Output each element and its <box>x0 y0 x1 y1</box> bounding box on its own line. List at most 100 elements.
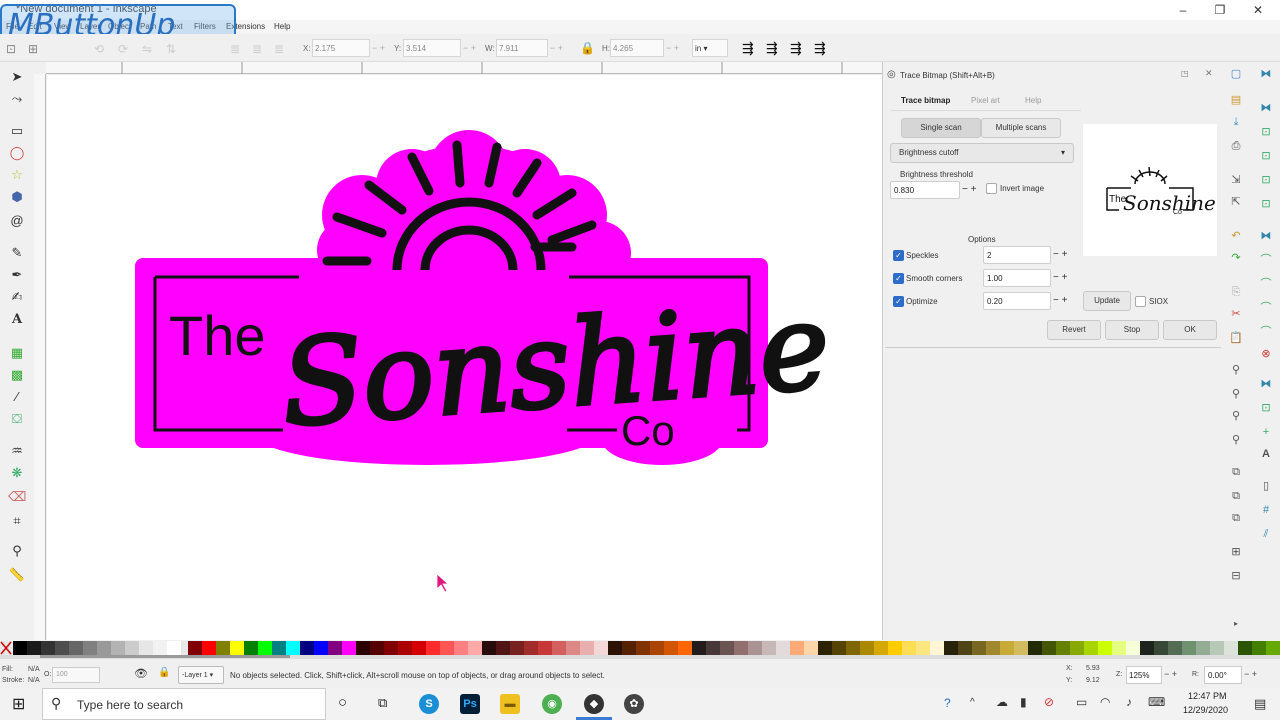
stop-button[interactable]: Stop <box>1105 320 1159 340</box>
help-tray-icon[interactable]: ? <box>944 696 951 710</box>
windows-start-icon[interactable]: ⊞ <box>12 694 25 714</box>
bottom-icon[interactable]: ≣ <box>274 42 284 56</box>
spray-tool-icon[interactable]: ❋ <box>8 464 26 482</box>
rotate-stepper[interactable]: − + <box>1244 669 1257 679</box>
undo-icon[interactable]: ↶ <box>1228 228 1244 244</box>
invert-checkbox[interactable] <box>986 183 997 194</box>
ellipse-tool-icon[interactable]: ◯ <box>8 144 26 162</box>
minimize-button[interactable]: – <box>1171 3 1195 17</box>
taskbar-search[interactable]: ⚲ Type here to search <box>42 688 326 720</box>
snap-intersections-icon[interactable]: ⌒ <box>1258 276 1274 292</box>
revert-button[interactable]: Revert <box>1047 320 1101 340</box>
snap-rotation-centers-icon[interactable]: + <box>1258 424 1274 440</box>
snap-guides-icon[interactable]: ⫽ <box>1258 526 1274 542</box>
speckles-input[interactable]: 2 <box>983 246 1051 264</box>
pen-tool-icon[interactable]: ✒ <box>8 266 26 284</box>
rotate-ccw-icon[interactable]: ⟲ <box>94 42 104 56</box>
y-stepper[interactable]: − + <box>463 43 476 53</box>
update-button[interactable]: Update <box>1083 291 1131 311</box>
menu-help[interactable]: Help <box>274 22 290 31</box>
tab-pixel-art[interactable]: Pixel art <box>971 96 1000 105</box>
optimize-stepper[interactable]: − + <box>1053 295 1067 306</box>
volume-tray-icon[interactable]: ♪ <box>1126 695 1132 709</box>
ungroup-icon[interactable]: ⊟ <box>1228 568 1244 584</box>
drawing-canvas[interactable]: The Sonshine Co <box>47 75 882 640</box>
raise-icon[interactable]: ≣ <box>230 42 240 56</box>
zoom-drawing-icon[interactable]: ⚲ <box>1228 386 1244 402</box>
multiple-scans-button[interactable]: Multiple scans <box>981 118 1061 138</box>
speckles-checkbox[interactable]: ✓ <box>893 250 904 261</box>
single-scan-button[interactable]: Single scan <box>901 118 981 138</box>
zoom-tool-icon[interactable]: ⚲ <box>8 542 26 560</box>
media-app-icon[interactable]: ✿ <box>624 694 644 714</box>
photoshop-icon[interactable]: Ps <box>460 694 480 714</box>
snap-smooth-icon[interactable]: ⌒ <box>1258 324 1274 340</box>
node-tool-icon[interactable]: ⤳ <box>8 90 26 108</box>
usb-tray-icon[interactable]: ▮ <box>1020 695 1027 709</box>
lower-icon[interactable]: ≣ <box>252 42 262 56</box>
mode-select[interactable]: Brightness cutoff ▾ <box>890 143 1074 163</box>
snap-midpoints-icon[interactable]: ⊗ <box>1258 346 1274 362</box>
spiral-tool-icon[interactable]: @ <box>8 212 26 230</box>
zoom-width-icon[interactable]: ⚲ <box>1228 432 1244 448</box>
w-input[interactable]: 7.911 <box>496 39 548 57</box>
ok-button[interactable]: OK <box>1163 320 1217 340</box>
star-tool-icon[interactable]: ☆ <box>8 166 26 184</box>
calligraphy-tool-icon[interactable]: ✍ <box>8 288 26 306</box>
clock-time[interactable]: 12:47 PM <box>1188 691 1227 701</box>
snap-bbox-corners-icon[interactable]: ⊡ <box>1258 148 1274 164</box>
speckles-stepper[interactable]: − + <box>1053 249 1067 260</box>
flip-h-icon[interactable]: ⇋ <box>142 42 152 56</box>
more-commands-icon[interactable]: ▸ <box>1228 616 1244 632</box>
threshold-input[interactable]: 0.830 <box>890 181 960 199</box>
snap-text-baseline-icon[interactable]: A <box>1258 446 1274 462</box>
rotate-cw-icon[interactable]: ⟳ <box>118 42 128 56</box>
transform-pattern-icon[interactable]: ⇶ <box>814 40 826 57</box>
group-icon[interactable]: ⊞ <box>1228 544 1244 560</box>
inkscape-taskbar-icon[interactable]: ◆ <box>584 694 604 714</box>
x-stepper[interactable]: − + <box>372 43 385 53</box>
h-input[interactable]: 4.265 <box>610 39 664 57</box>
smooth-corners-input[interactable]: 1.00 <box>983 269 1051 287</box>
snap-bbox-icon[interactable]: ⧓ <box>1258 100 1274 116</box>
text-tool-icon[interactable]: A <box>8 311 26 329</box>
connector-tool-icon[interactable]: ⌗ <box>8 512 26 530</box>
gradient-tool-icon[interactable]: ▦ <box>8 344 26 362</box>
save-icon[interactable]: ⤓ <box>1228 114 1244 130</box>
zoom-page-icon[interactable]: ⚲ <box>1228 408 1244 424</box>
transform-gradient-icon[interactable]: ⇶ <box>790 40 802 57</box>
ruler-horizontal[interactable] <box>46 62 882 74</box>
close-button[interactable]: ✕ <box>1246 3 1270 17</box>
snap-page-border-icon[interactable]: ▯ <box>1258 478 1274 494</box>
measure-tool-icon[interactable]: 📏 <box>8 566 26 584</box>
tab-help[interactable]: Help <box>1025 96 1041 105</box>
paste-icon[interactable]: 📋 <box>1228 330 1244 346</box>
x-input[interactable]: 2.175 <box>312 39 370 57</box>
security-tray-icon[interactable]: ⊘ <box>1044 695 1054 709</box>
dock-icon[interactable]: ◳ <box>1181 69 1189 78</box>
color-palette[interactable] <box>0 641 1280 655</box>
selector-tool-icon[interactable]: ➤ <box>8 68 26 86</box>
opacity-input[interactable]: 100 <box>52 667 100 683</box>
transform-stroke-icon[interactable]: ⇶ <box>742 40 754 57</box>
dialog-close-icon[interactable]: ✕ <box>1205 68 1213 79</box>
3dbox-tool-icon[interactable]: ⬢ <box>8 188 26 206</box>
snap-grid-icon[interactable]: # <box>1258 502 1274 518</box>
snap-cusp-icon[interactable]: ⌒ <box>1258 300 1274 316</box>
notifications-icon[interactable]: ▤ <box>1254 696 1266 712</box>
duplicate-icon[interactable]: ⧉ <box>1228 464 1244 480</box>
snap-object-centers-icon[interactable]: ⊡ <box>1258 400 1274 416</box>
tray-chevron-icon[interactable]: ^ <box>970 697 975 708</box>
wifi-tray-icon[interactable]: ◠ <box>1100 695 1110 709</box>
cut-icon[interactable]: ✂ <box>1228 306 1244 322</box>
lock-layer-icon[interactable]: 🔒 <box>158 667 170 678</box>
flip-v-icon[interactable]: ⇅ <box>166 42 176 56</box>
snap-paths-icon[interactable]: ⌒ <box>1258 252 1274 268</box>
select-all-icon[interactable]: ⊡ <box>6 42 16 56</box>
mesh-tool-icon[interactable]: ▩ <box>8 366 26 384</box>
h-stepper[interactable]: − + <box>666 43 679 53</box>
task-view-icon[interactable]: ⧉ <box>378 695 387 711</box>
file-explorer-icon[interactable]: ▬ <box>500 694 520 714</box>
snap-nodes-icon[interactable]: ⧓ <box>1258 228 1274 244</box>
snap-bbox-centers-icon[interactable]: ⊡ <box>1258 196 1274 212</box>
